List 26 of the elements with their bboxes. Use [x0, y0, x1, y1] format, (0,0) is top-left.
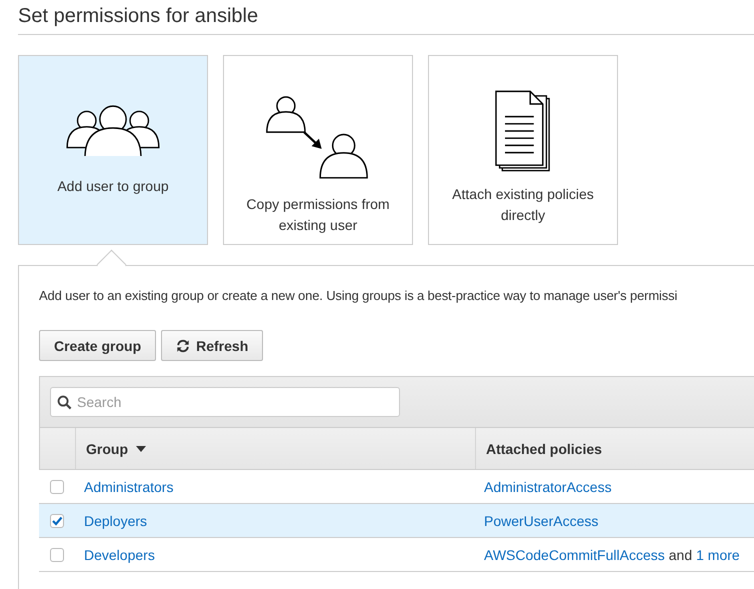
refresh-button[interactable]: Refresh	[161, 330, 264, 361]
description-text: Add user to an existing group or create a new one. Using groups is a best-practice way to manage user's permissi	[39, 288, 678, 303]
option-card[interactable]: Attach existing policies directly	[428, 55, 618, 245]
option-card[interactable]: Copy permissions from existing user	[223, 55, 413, 245]
group-link[interactable]: Developers	[84, 546, 155, 562]
column-header[interactable]: Group	[86, 440, 128, 456]
group-link[interactable]: Administrators	[84, 478, 174, 494]
column-header[interactable]: Attached policies	[486, 440, 602, 456]
refresh-icon	[176, 338, 190, 352]
policy-link[interactable]: AdministratorAccess	[484, 478, 612, 494]
row-checkbox[interactable]	[50, 548, 64, 562]
page-title: Set permissions for ansible	[18, 5, 754, 35]
option-card[interactable]: Add user to group	[18, 55, 208, 245]
search-icon	[57, 395, 72, 410]
group-link[interactable]: Deployers	[84, 512, 148, 528]
create-group-button[interactable]: Create group	[39, 330, 156, 361]
sort-caret-icon[interactable]	[136, 446, 146, 452]
row-checkbox[interactable]	[50, 514, 64, 528]
policy-link[interactable]: PowerUserAccess	[484, 512, 598, 528]
policy-text: and	[668, 546, 692, 562]
row-checkbox[interactable]	[50, 480, 64, 494]
table-row[interactable]: Developers AWSCodeCommitFullAccess and 1 more	[39, 538, 754, 572]
table-row[interactable]: Deployers PowerUserAccess	[39, 504, 754, 538]
policy-link[interactable]: 1 more	[696, 546, 740, 562]
search-field[interactable]: Search	[50, 387, 400, 417]
policy-link[interactable]: AWSCodeCommitFullAccess	[484, 546, 665, 562]
